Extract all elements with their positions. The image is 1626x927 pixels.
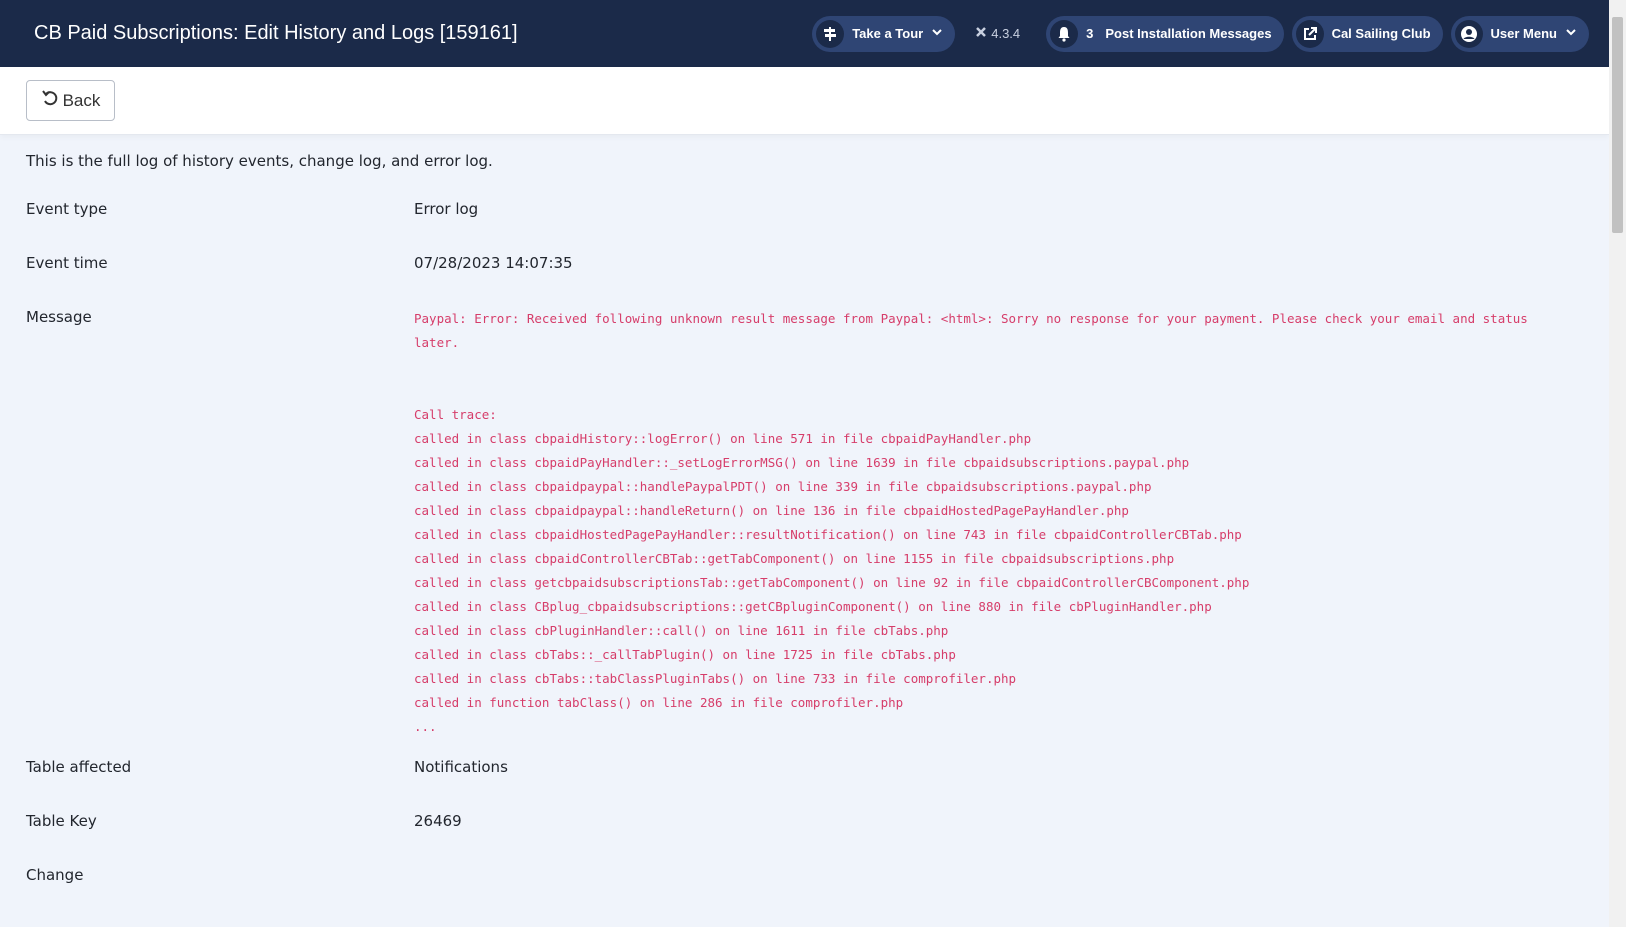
user-menu-label: User Menu xyxy=(1490,26,1557,41)
call-trace-line: called in class CBplug_cbpaidsubscriptio… xyxy=(414,599,1212,614)
user-menu-button[interactable]: User Menu xyxy=(1450,15,1589,52)
post-installation-messages-button[interactable]: 3 Post Installation Messages xyxy=(1046,15,1284,52)
user-circle-icon xyxy=(1454,19,1483,48)
call-trace-line: called in class cbpaidHistory::logError(… xyxy=(414,431,1032,446)
message-line-2: later. xyxy=(414,335,460,350)
table-key-value: 26469 xyxy=(414,812,462,830)
page-title: CB Paid Subscriptions: Edit History and … xyxy=(34,22,518,44)
event-type-label: Event type xyxy=(26,200,108,218)
intro-text: This is the full log of history events, … xyxy=(26,152,493,170)
joomla-version: 4.3.4 xyxy=(975,26,1020,41)
call-trace-line: called in class getcbpaidsubscriptionsTa… xyxy=(414,575,1250,590)
table-key-label: Table Key xyxy=(26,812,97,830)
call-trace-ellipsis: ... xyxy=(414,719,437,734)
chevron-down-icon xyxy=(1565,26,1577,41)
call-trace-line: called in class cbpaidpaypal::handlePayp… xyxy=(414,479,1152,494)
bell-icon xyxy=(1050,19,1079,48)
notification-count: 3 xyxy=(1086,26,1094,41)
back-label: Back xyxy=(62,90,101,110)
message-line-1: Paypal: Error: Received following unknow… xyxy=(414,311,1528,326)
call-trace-header: Call trace: xyxy=(414,407,497,422)
post-installation-label: Post Installation Messages xyxy=(1105,26,1272,41)
top-header-bar: CB Paid Subscriptions: Edit History and … xyxy=(0,0,1609,67)
back-button[interactable]: Back xyxy=(26,80,115,121)
vertical-scrollbar[interactable] xyxy=(1609,0,1626,927)
site-label: Cal Sailing Club xyxy=(1331,26,1431,41)
call-trace-line: called in function tabClass() on line 28… xyxy=(414,695,904,710)
site-link-button[interactable]: Cal Sailing Club xyxy=(1291,15,1443,52)
event-type-value: Error log xyxy=(414,200,479,218)
take-tour-label: Take a Tour xyxy=(852,26,924,41)
scrollbar-thumb[interactable] xyxy=(1612,17,1623,233)
event-time-value: 07/28/2023 14:07:35 xyxy=(414,254,573,272)
call-trace-line: called in class cbpaidPayHandler::_setLo… xyxy=(414,455,1190,470)
call-trace-line: called in class cbpaidHostedPagePayHandl… xyxy=(414,527,1242,542)
joomla-icon xyxy=(975,26,987,41)
toolbar: Back xyxy=(0,67,1609,135)
table-affected-value: Notifications xyxy=(414,758,508,776)
change-label: Change xyxy=(26,866,84,884)
call-trace-line: called in class cbTabs::tabClassPluginTa… xyxy=(414,671,1017,686)
external-link-icon xyxy=(1295,19,1324,48)
call-trace-line: called in class cbPluginHandler::call() … xyxy=(414,623,949,638)
event-time-label: Event time xyxy=(26,254,108,272)
undo-icon xyxy=(41,89,59,112)
call-trace-line: called in class cbpaidControllerCBTab::g… xyxy=(414,551,1175,566)
table-affected-label: Table affected xyxy=(26,758,132,776)
signpost-icon xyxy=(816,19,845,48)
take-tour-button[interactable]: Take a Tour xyxy=(812,15,956,52)
version-text: 4.3.4 xyxy=(991,26,1021,41)
call-trace-line: called in class cbpaidpaypal::handleRetu… xyxy=(414,503,1129,518)
chevron-down-icon xyxy=(931,26,943,41)
message-label: Message xyxy=(26,308,92,326)
call-trace-line: called in class cbTabs::_callTabPlugin()… xyxy=(414,647,956,662)
